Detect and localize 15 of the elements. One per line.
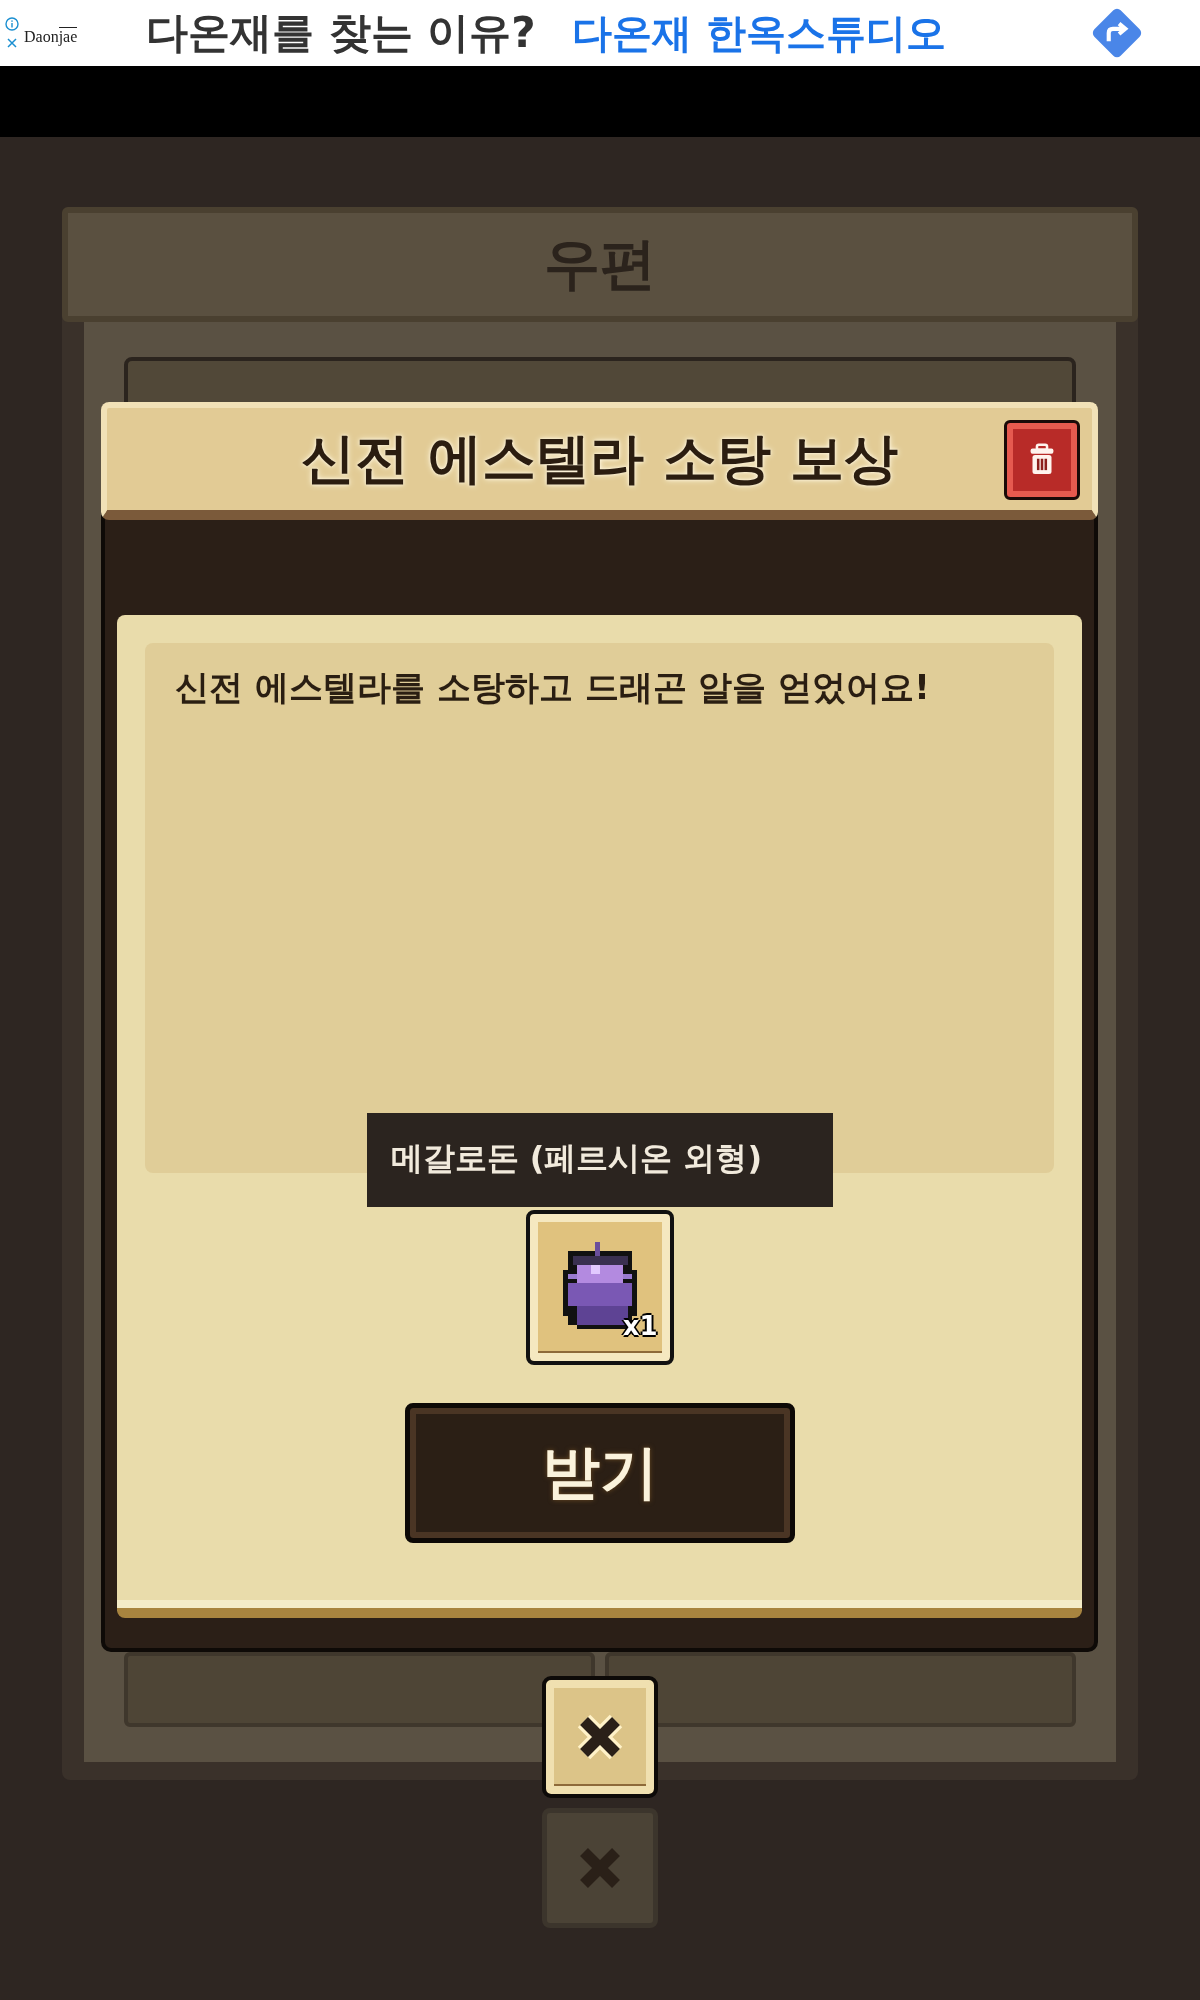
receive-button[interactable]: 받기 <box>404 1403 795 1543</box>
dialog-title: 신전 에스텔라 소탕 보상 <box>301 425 898 492</box>
ad-link[interactable]: 다온재 한옥스튜디오 <box>571 5 946 61</box>
message-text: 신전 에스텔라를 소탕하고 드래곤 알을 얻었어요! <box>175 666 931 709</box>
tab[interactable] <box>124 1652 595 1727</box>
ad-banner[interactable]: Daonjae 다온재를 찾는 이유? 다온재 한옥스튜디오 <box>0 0 1200 66</box>
brand-logo: Daonjae <box>24 25 79 46</box>
close-icon[interactable] <box>6 37 18 49</box>
info-icon[interactable] <box>5 17 19 31</box>
close-button[interactable] <box>542 1676 658 1798</box>
tab[interactable] <box>605 1652 1076 1727</box>
item-tooltip: 메갈로돈 (페르시온 외형) <box>366 1113 833 1207</box>
delete-button[interactable] <box>1004 420 1080 500</box>
item-quantity: x1 <box>622 1311 658 1341</box>
ad-headline: 다온재를 찾는 이유? <box>146 7 536 59</box>
